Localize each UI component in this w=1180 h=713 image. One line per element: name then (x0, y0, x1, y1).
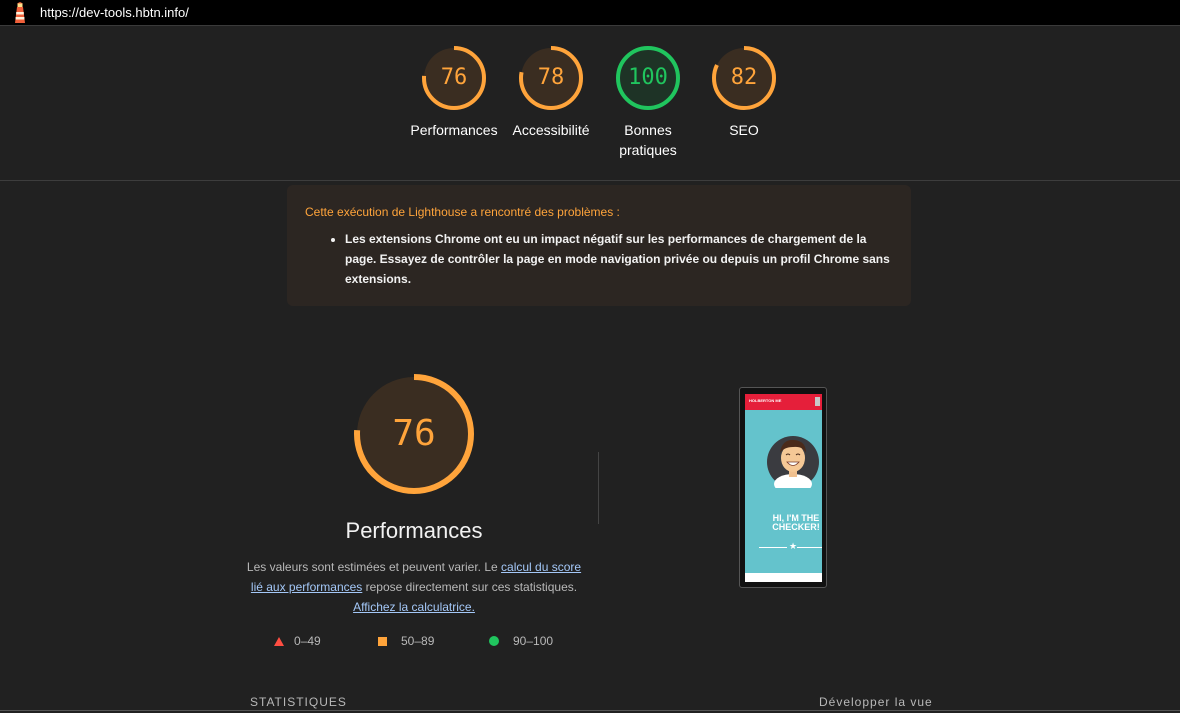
gauge-label: Accessibilité (512, 122, 590, 138)
final-screenshot[interactable]: HOLBERTON ME HI, I'M THE CHECKER! ★ (739, 387, 827, 588)
gauge-score: 78 (537, 65, 565, 90)
gauge-performance[interactable]: 76 Performances (404, 44, 504, 140)
star-icon: ★ (789, 541, 798, 551)
legend-average: 50–89 (378, 634, 434, 648)
legend-average-label: 50–89 (401, 634, 435, 648)
description-text: Les valeurs sont estimées et peuvent var… (246, 560, 498, 574)
gauge-score: 100 (628, 65, 668, 90)
legend-pass: 90–100 (489, 634, 553, 648)
screenshot-screen: HOLBERTON ME HI, I'M THE CHECKER! ★ (745, 394, 822, 582)
site-header: HOLBERTON ME (745, 394, 822, 410)
score-legend: 0–49 50–89 90–100 (0, 634, 1180, 654)
performance-description: Les valeurs sont estimées et peuvent var… (244, 557, 584, 617)
section-divider (0, 710, 1180, 711)
avatar (767, 436, 819, 488)
calculator-link[interactable]: Affichez la calculatrice. (353, 600, 475, 614)
legend-pass-label: 90–100 (513, 634, 554, 648)
browser-address-bar: https://dev-tools.hbtn.info/ (0, 0, 1180, 26)
triangle-icon (274, 636, 284, 646)
menu-icon (815, 397, 820, 406)
hero-heading: HI, I'M THE CHECKER! (761, 514, 822, 532)
metrics-heading: STATISTIQUES (250, 695, 347, 709)
gauge-accessibility[interactable]: 78 Accessibilité (501, 44, 601, 140)
circle-icon (489, 636, 499, 646)
site-logo-text: HOLBERTON ME (749, 398, 782, 403)
hero-line-2: CHECKER! (772, 522, 820, 532)
performance-title: Performances (345, 518, 483, 543)
description-text: repose directement sur ces statistiques. (365, 580, 578, 594)
warning-box: Cette exécution de Lighthouse a rencontr… (287, 185, 911, 306)
gauge-label: Performances (410, 122, 498, 138)
gauge-seo[interactable]: 82 SEO (694, 44, 794, 140)
header-divider (0, 180, 1180, 181)
gauge-score: 76 (440, 65, 468, 90)
expand-view-toggle[interactable]: Développer la vue (819, 695, 933, 709)
warning-item: Les extensions Chrome ont eu un impact n… (345, 229, 893, 289)
gauge-best-practices[interactable]: 100 Bonnes pratiques (598, 44, 698, 160)
category-gauges: 76 Performances 78 Accessibilité 100 Bon… (0, 44, 1180, 174)
warning-list: Les extensions Chrome ont eu un impact n… (305, 229, 893, 289)
warning-title: Cette exécution de Lighthouse a rencontr… (305, 205, 620, 219)
hero-divider: ★ (759, 541, 822, 553)
gauge-label: SEO (729, 122, 759, 138)
square-icon (378, 636, 387, 646)
gauge-score: 82 (730, 65, 758, 90)
page-url[interactable]: https://dev-tools.hbtn.info/ (40, 5, 189, 20)
legend-fail-label: 0–49 (294, 634, 321, 648)
legend-fail: 0–49 (274, 634, 321, 648)
site-hero: HI, I'M THE CHECKER! ★ (745, 410, 822, 573)
performance-score: 76 (392, 413, 436, 454)
gauge-label: Bonnes pratiques (619, 122, 677, 158)
vertical-divider (598, 452, 599, 524)
lighthouse-icon (15, 1, 25, 23)
